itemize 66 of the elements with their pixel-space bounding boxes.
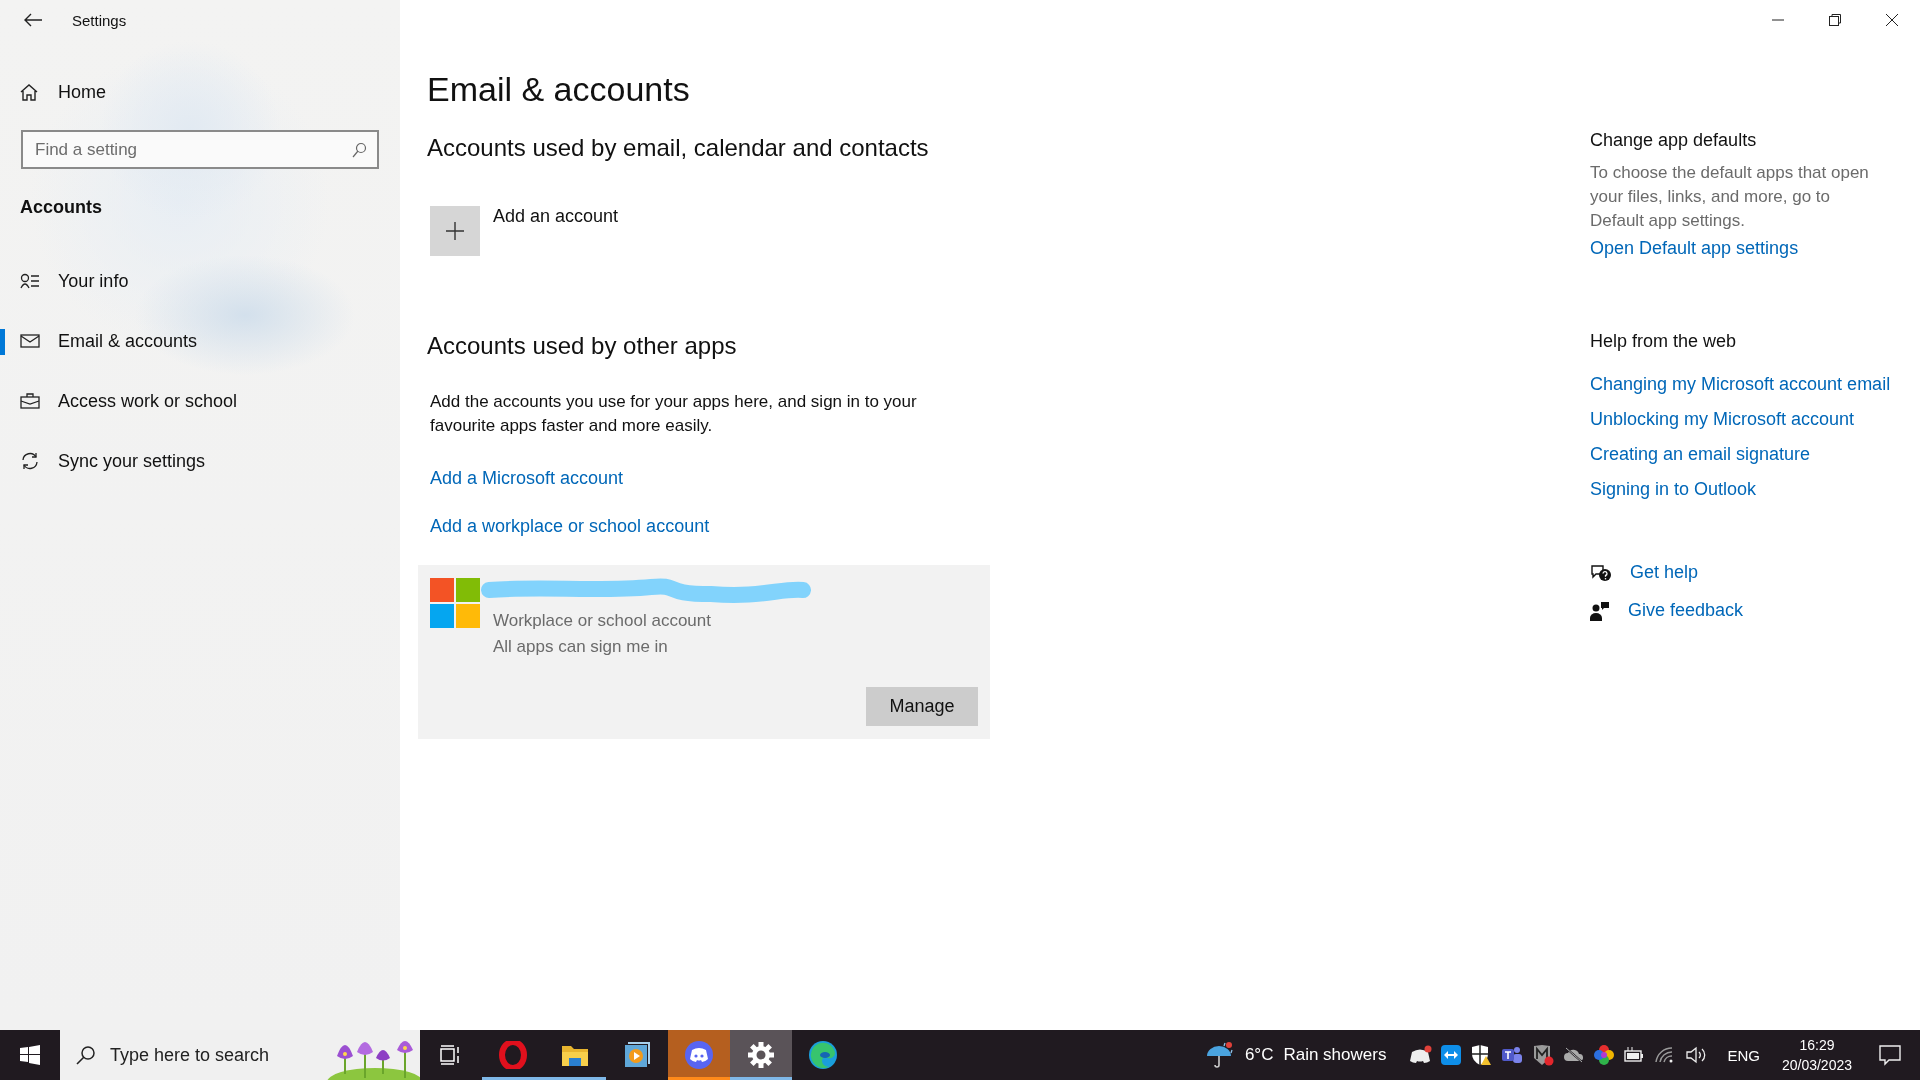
close-icon	[1885, 14, 1898, 26]
home-icon	[20, 83, 38, 101]
search-icon	[351, 142, 367, 158]
ring-icon[interactable]	[499, 1041, 527, 1069]
weather-widget[interactable]: 6°C Rain showers	[1196, 1030, 1395, 1080]
windows-icon	[20, 1045, 40, 1065]
account-access: All apps can sign me in	[493, 636, 668, 658]
color-wheel-icon[interactable]	[1594, 1045, 1615, 1065]
person-feedback-icon	[1590, 600, 1610, 621]
sidebar-item[interactable]: Email & accounts	[0, 311, 400, 371]
description-text: Add the accounts you use for your apps here, and sign in to your favourite apps faster and more easily.	[430, 391, 918, 437]
help-link[interactable]: Unblocking my Microsoft account	[1590, 409, 1855, 430]
account-card[interactable]: Workplace or school account All apps can sign me in Manage	[418, 565, 990, 739]
back-arrow-icon	[24, 13, 42, 27]
cloud-off-icon[interactable]	[1563, 1047, 1586, 1063]
taskbar-search-field[interactable]: Type here to search	[60, 1030, 420, 1080]
sidebar-item[interactable]: Your info	[0, 251, 400, 311]
section-heading: Accounts used by email, calendar and contacts	[427, 134, 929, 162]
panel-heading: Change app defaults	[1590, 130, 1757, 151]
umbrella-rain-icon	[1204, 1040, 1235, 1070]
battery-icon[interactable]	[1623, 1047, 1646, 1063]
language-indicator[interactable]: ENG	[1727, 1046, 1760, 1064]
section-heading: Accounts	[20, 197, 102, 218]
chat-bubble-icon	[1879, 1044, 1901, 1066]
shield-warning-icon[interactable]	[1470, 1044, 1493, 1066]
game-controller-icon[interactable]	[1410, 1045, 1433, 1065]
task-view-icon[interactable]	[440, 1045, 462, 1065]
home-nav-item[interactable]: Home	[20, 69, 106, 115]
sidebar-item[interactable]: Sync your settings	[0, 431, 400, 491]
link[interactable]: Get help	[1630, 562, 1699, 583]
account-type: Workplace or school account	[493, 610, 711, 632]
help-link[interactable]: Changing my Microsoft account email	[1590, 374, 1891, 395]
mail-icon	[20, 333, 40, 349]
person-list-icon	[20, 273, 40, 289]
plus-icon	[445, 221, 465, 241]
section-heading: Accounts used by other apps	[427, 332, 737, 360]
panel-text: To choose the default apps that open your files, links, and more, go to Default app settings.	[1590, 162, 1870, 232]
m-shield-icon[interactable]	[1532, 1044, 1555, 1066]
speaker-icon[interactable]	[1685, 1046, 1708, 1064]
window-title: Settings	[72, 11, 127, 29]
taskbar-app-button[interactable]	[730, 1030, 792, 1080]
search-field[interactable]: Find a setting	[21, 130, 379, 169]
link[interactable]: Add a Microsoft account	[430, 468, 624, 489]
windows-logo-icon	[430, 578, 480, 628]
gear-icon[interactable]	[747, 1041, 775, 1069]
briefcase-icon	[20, 393, 40, 409]
wave-circle-icon[interactable]	[808, 1040, 838, 1070]
link[interactable]: Open Default app settings	[1590, 238, 1799, 259]
people-tile-icon[interactable]	[1501, 1045, 1524, 1065]
help-link[interactable]: Signing in to Outlook	[1590, 479, 1757, 500]
link[interactable]: Give feedback	[1628, 600, 1744, 621]
restore-icon	[1828, 14, 1841, 26]
chat-question-icon	[1590, 562, 1612, 583]
help-link[interactable]: Creating an email signature	[1590, 444, 1811, 465]
clock[interactable]: 16:29 20/03/2023	[1781, 1030, 1852, 1080]
minimize-icon	[1771, 19, 1784, 21]
manage-button[interactable]: Manage	[866, 687, 978, 726]
sync-icon	[20, 451, 40, 471]
link[interactable]: Add a workplace or school account	[430, 516, 710, 537]
sidebar-item[interactable]: Access work or school	[0, 371, 400, 431]
play-tile-icon[interactable]	[624, 1042, 650, 1068]
panel-heading: Help from the web	[1590, 331, 1737, 352]
page-title: Email & accounts	[427, 70, 690, 109]
folder-icon[interactable]	[561, 1043, 589, 1067]
add-account-button[interactable]: Add an account	[430, 202, 619, 256]
search-icon	[76, 1045, 96, 1065]
